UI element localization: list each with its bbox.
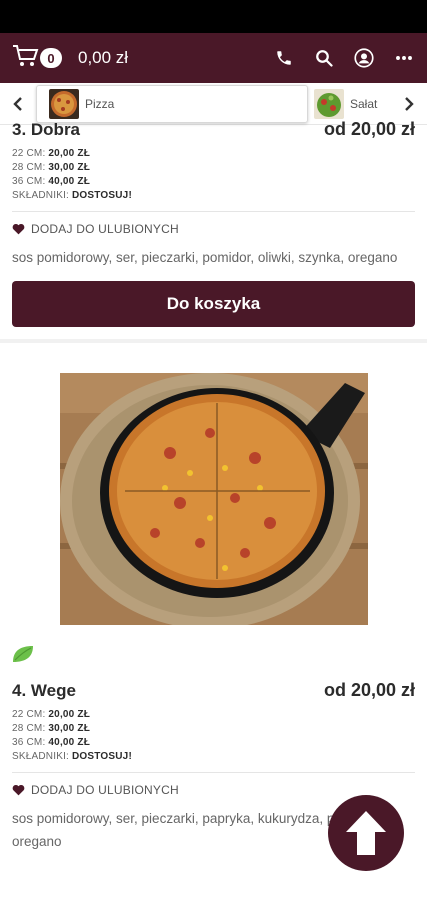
category-tab-pizza[interactable]: Pizza [36, 84, 308, 123]
more-icon[interactable] [393, 47, 415, 69]
size-price-row: 36 CM: 40,00 ZŁ [12, 176, 91, 187]
product-name: 3. Dobra [12, 120, 81, 139]
phone-icon[interactable] [273, 47, 295, 69]
product-description: sos pomidorowy, ser, pieczarki, pomidor,… [12, 250, 398, 265]
favorites-label: DODAJ DO ULUBIONYCH [31, 783, 179, 797]
favorites-label: DODAJ DO ULUBIONYCH [31, 222, 179, 236]
customize-link[interactable]: DOSTOSUJ! [72, 190, 132, 201]
product-card-dobra: 3. Dobra od 20,00 zł 22 CM: 20,00 ZŁ 28 … [0, 119, 427, 327]
product-image [59, 373, 368, 625]
cart-count-badge: 0 [40, 48, 62, 68]
status-bar [0, 0, 427, 33]
product-list: 3. Dobra od 20,00 zł 22 CM: 20,00 ZŁ 28 … [0, 119, 427, 853]
size-price-row: 28 CM: 30,00 ZŁ [12, 162, 91, 173]
size-price-row: 28 CM: 30,00 ZŁ [12, 723, 91, 734]
leaf-icon [13, 646, 33, 662]
scroll-to-top-button[interactable] [328, 795, 404, 871]
customize-link[interactable]: DOSTOSUJ! [72, 751, 132, 762]
add-to-cart-button[interactable]: Do koszyka [12, 281, 415, 327]
cart-total: 0,00 zł [78, 48, 129, 67]
product-price: od 20,00 zł [323, 119, 415, 139]
search-icon[interactable] [313, 47, 335, 69]
salad-thumbnail [314, 88, 344, 119]
product-price: od 20,00 zł [323, 680, 415, 700]
divider [0, 339, 427, 343]
arrow-up-icon [346, 811, 386, 855]
user-icon[interactable] [353, 47, 375, 69]
app-header: 0 0,00 zł [0, 33, 427, 83]
add-to-favorites[interactable]: DODAJ DO ULUBIONYCH [12, 783, 415, 797]
ingredients-row: SKŁADNIKI: DOSTOSUJ! [12, 751, 132, 762]
size-price-row: 36 CM: 40,00 ZŁ [12, 737, 91, 748]
divider [12, 211, 415, 212]
category-label-salat: Sałat [350, 96, 378, 111]
cart-icon [12, 44, 40, 73]
cart-button[interactable]: 0 [12, 44, 62, 73]
category-label-pizza: Pizza [85, 96, 115, 111]
size-price-row: 22 CM: 20,00 ZŁ [12, 709, 91, 720]
size-price-row: 22 CM: 20,00 ZŁ [12, 148, 91, 159]
divider [12, 772, 415, 773]
category-tab-salat[interactable]: Sałat [314, 85, 377, 123]
pizza-thumbnail [49, 88, 79, 119]
ingredients-row: SKŁADNIKI: DOSTOSUJ! [12, 190, 132, 201]
product-name: 4. Wege [12, 681, 76, 700]
add-to-favorites[interactable]: DODAJ DO ULUBIONYCH [12, 222, 415, 236]
heart-icon [12, 223, 25, 235]
heart-icon [12, 784, 25, 796]
